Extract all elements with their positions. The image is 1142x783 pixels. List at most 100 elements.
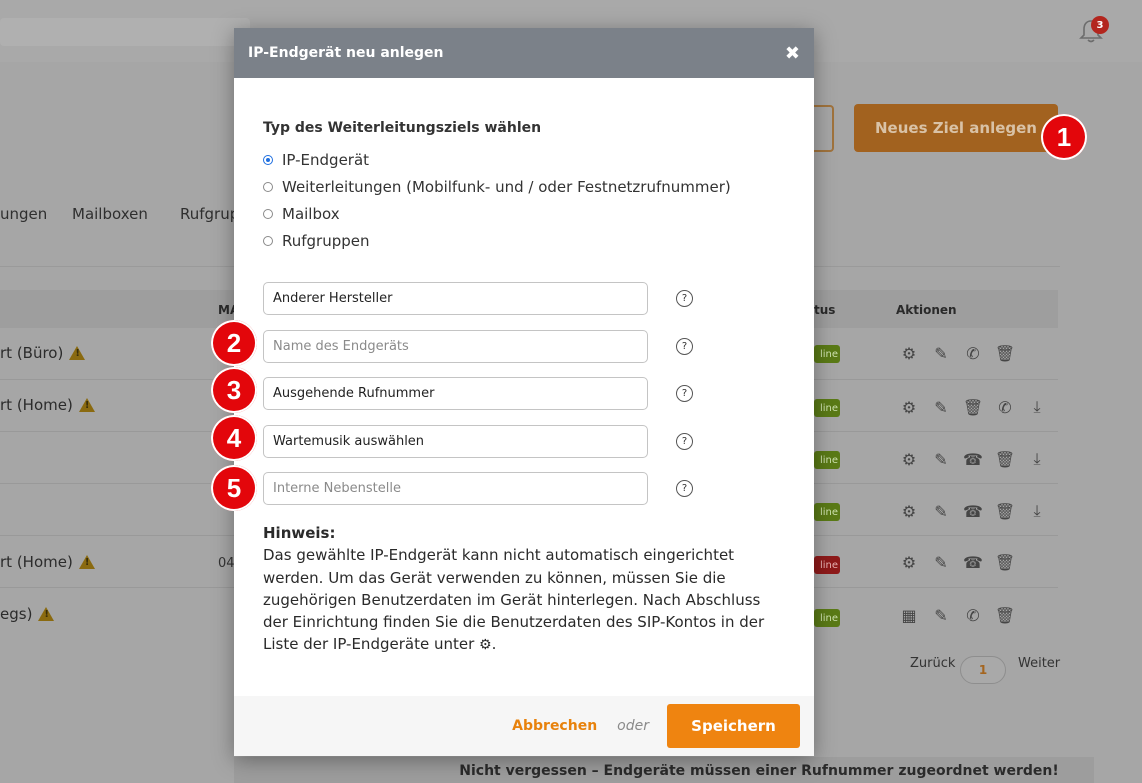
callout-5: 5 [211, 465, 257, 511]
delete-icon[interactable]: 🗑 [994, 604, 1016, 626]
delete-icon[interactable]: 🗑 [994, 342, 1016, 364]
pagination-prev[interactable]: Zurück [910, 656, 955, 671]
new-ip-device-dialog: IP-Endgerät neu anlegen ✖ Typ des Weiter… [234, 28, 814, 756]
delete-icon[interactable]: 🗑 [994, 500, 1016, 522]
delete-icon[interactable]: 🗑 [994, 551, 1016, 573]
call-forward-icon[interactable]: ✆ [962, 342, 984, 364]
phone-icon[interactable]: ☎ [962, 551, 984, 573]
radio-button-checked[interactable] [263, 154, 273, 165]
user-settings-icon[interactable]: ⚙ [898, 551, 920, 573]
dialog-header: IP-Endgerät neu anlegen ✖ [234, 28, 814, 78]
warning-icon [69, 346, 86, 360]
hint-title: Hinweis: [263, 524, 336, 542]
qr-code-icon[interactable]: ▦ [898, 604, 920, 626]
hint-text: Das gewählte IP-Endgerät kann nicht auto… [263, 546, 765, 654]
call-forward-icon[interactable]: ✆ [962, 604, 984, 626]
status-badge: line [814, 399, 840, 417]
radio-label: IP-Endgerät [282, 150, 370, 169]
warning-icon [38, 607, 55, 621]
radio-callgroups[interactable]: Rufgruppen [263, 227, 814, 254]
radio-label: Rufgruppen [282, 231, 370, 250]
help-icon[interactable]: ? [676, 290, 693, 307]
radio-label: Mailbox [282, 204, 340, 223]
tab-callgroups[interactable]: Rufgrup [180, 205, 239, 223]
callout-4: 4 [211, 415, 257, 461]
column-header-status: tus [814, 303, 836, 317]
extension-input[interactable] [263, 472, 648, 505]
row-name: egs) [0, 605, 33, 623]
device-name-input[interactable] [263, 330, 648, 363]
help-icon[interactable]: ? [676, 385, 693, 402]
download-icon[interactable]: ⤓ [1026, 448, 1048, 470]
edit-icon[interactable]: ✎ [930, 500, 952, 522]
status-badge: line [814, 345, 840, 363]
radio-ip-device[interactable]: IP-Endgerät [263, 146, 814, 173]
radio-forwardings[interactable]: Weiterleitungen (Mobilfunk- und / oder F… [263, 173, 814, 200]
edit-icon[interactable]: ✎ [930, 448, 952, 470]
row-name: rt (Home) [0, 396, 73, 414]
radio-button[interactable] [263, 235, 273, 246]
hold-music-select[interactable]: Wartemusik auswählen [263, 425, 648, 458]
download-icon[interactable]: ⤓ [1026, 500, 1048, 522]
user-settings-icon[interactable]: ⚙ [898, 500, 920, 522]
callout-2: 2 [211, 320, 257, 366]
extension-row: ? [263, 472, 693, 505]
user-settings-icon[interactable]: ⚙ [898, 342, 920, 364]
manufacturer-row: Anderer Hersteller ? [263, 282, 693, 315]
callout-1: 1 [1041, 114, 1087, 160]
user-settings-icon[interactable]: ⚙ [898, 448, 920, 470]
tab-mailboxes[interactable]: Mailboxen [72, 205, 148, 223]
edit-icon[interactable]: ✎ [930, 604, 952, 626]
help-icon[interactable]: ? [676, 433, 693, 450]
edit-icon[interactable]: ✎ [930, 342, 952, 364]
edit-icon[interactable]: ✎ [930, 396, 952, 418]
user-settings-icon[interactable]: ⚙ [898, 396, 920, 418]
phone-icon[interactable]: ☎ [962, 500, 984, 522]
tab-forwardings[interactable]: ungen [0, 205, 47, 223]
bottom-reminder: Nicht vergessen – Endgeräte müssen einer… [234, 757, 1094, 783]
dialog-title: IP-Endgerät neu anlegen [248, 45, 444, 61]
warning-icon [78, 555, 95, 569]
edit-icon[interactable]: ✎ [930, 551, 952, 573]
hold-music-row: Wartemusik auswählen ? [263, 425, 693, 458]
search-bar[interactable] [0, 18, 250, 46]
status-badge: line [814, 609, 840, 627]
row-name: rt (Büro) [0, 344, 64, 362]
radio-label: Weiterleitungen (Mobilfunk- und / oder F… [282, 177, 731, 196]
cancel-button[interactable]: Abbrechen [512, 718, 597, 734]
or-separator: oder [617, 718, 649, 734]
dialog-body: Typ des Weiterleitungsziels wählen IP-En… [234, 78, 814, 254]
download-icon[interactable]: ⤓ [1026, 396, 1048, 418]
help-icon[interactable]: ? [676, 338, 693, 355]
row-name: rt (Home) [0, 553, 73, 571]
call-forward-icon[interactable]: ✆ [994, 396, 1016, 418]
outgoing-number-row: Ausgehende Rufnummer ? [263, 377, 693, 410]
hint-trailing: . [491, 635, 497, 654]
user-settings-icon: ⚙ [479, 637, 492, 654]
hint-note: Hinweis: Das gewählte IP-Endgerät kann n… [263, 522, 783, 657]
save-button[interactable]: Speichern [667, 704, 800, 748]
device-name-row: ? [263, 330, 693, 363]
row-ma-value: 04 [218, 556, 235, 571]
type-section-title: Typ des Weiterleitungsziels wählen [263, 120, 542, 136]
dialog-footer: Abbrechen oder Speichern [234, 696, 814, 756]
status-badge: line [814, 503, 840, 521]
notification-badge: 3 [1091, 16, 1109, 34]
close-icon[interactable]: ✖ [785, 43, 800, 64]
radio-button[interactable] [263, 181, 273, 192]
pagination-next[interactable]: Weiter [1018, 656, 1060, 671]
radio-mailbox[interactable]: Mailbox [263, 200, 814, 227]
phone-icon[interactable]: ☎ [962, 448, 984, 470]
pagination-page[interactable]: 1 [960, 656, 1006, 684]
column-header-actions: Aktionen [896, 303, 957, 317]
outgoing-number-select[interactable]: Ausgehende Rufnummer [263, 377, 648, 410]
callout-3: 3 [211, 367, 257, 413]
help-icon[interactable]: ? [676, 480, 693, 497]
status-badge: line [814, 556, 840, 574]
delete-icon[interactable]: 🗑 [962, 396, 984, 418]
status-badge: line [814, 451, 840, 469]
new-target-button[interactable]: Neues Ziel anlegen [854, 104, 1058, 152]
delete-icon[interactable]: 🗑 [994, 448, 1016, 470]
radio-button[interactable] [263, 208, 273, 219]
manufacturer-select[interactable]: Anderer Hersteller [263, 282, 648, 315]
